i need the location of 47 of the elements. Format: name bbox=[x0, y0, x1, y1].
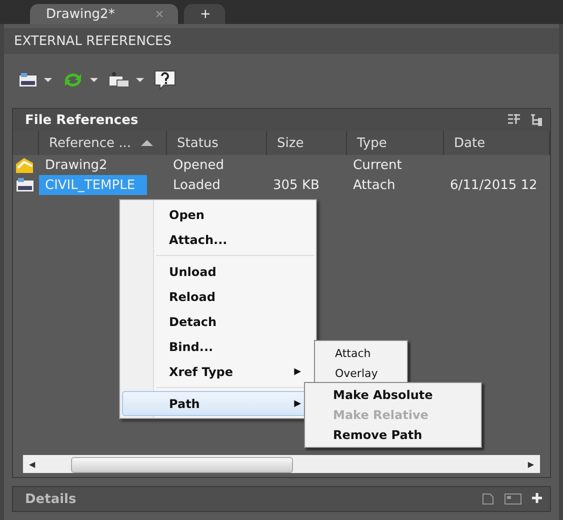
menu-item[interactable]: Bind... bbox=[122, 334, 314, 359]
submenu-item[interactable]: Remove Path bbox=[305, 425, 481, 445]
image-icon[interactable] bbox=[504, 493, 522, 505]
submenu-arrow: ▶ bbox=[294, 366, 301, 376]
help-icon[interactable] bbox=[154, 70, 176, 90]
plus-icon[interactable] bbox=[532, 493, 542, 503]
submenu-arrow: ▶ bbox=[294, 398, 301, 408]
reference-name[interactable]: Drawing2 bbox=[39, 155, 167, 175]
table-cell-text: Loaded bbox=[172, 176, 222, 194]
caret-icon[interactable] bbox=[136, 78, 144, 82]
table-cell-text: Current bbox=[352, 156, 403, 174]
column-header[interactable]: Reference ... bbox=[39, 131, 167, 155]
column-header[interactable]: Size bbox=[267, 131, 347, 155]
menu-item[interactable]: Reload bbox=[122, 284, 314, 309]
panel-title: File References bbox=[25, 112, 138, 128]
document-tab[interactable]: + bbox=[184, 4, 225, 24]
menu-item[interactable]: Unload bbox=[122, 259, 314, 284]
scroll-thumb[interactable] bbox=[71, 457, 294, 473]
column-header[interactable]: Status bbox=[167, 131, 267, 155]
list-view-icon[interactable] bbox=[508, 114, 520, 124]
submenu-item[interactable]: Overlay bbox=[315, 363, 407, 383]
folder-file-icon[interactable] bbox=[108, 71, 130, 89]
scroll-left-arrow[interactable]: ◀ bbox=[29, 460, 36, 468]
column-header[interactable]: Type bbox=[347, 131, 444, 155]
drawing-file-icon bbox=[18, 72, 38, 88]
document-tab[interactable]: Drawing2* ✕ bbox=[30, 4, 178, 24]
xref-file-icon bbox=[15, 177, 35, 193]
menu-item[interactable]: Attach... bbox=[122, 227, 314, 252]
palette-title: EXTERNAL REFERENCES bbox=[4, 28, 559, 54]
menu-item[interactable]: Open bbox=[122, 202, 314, 227]
tree-view-icon[interactable] bbox=[530, 114, 542, 126]
caret-icon[interactable] bbox=[90, 78, 98, 82]
document-icon[interactable] bbox=[482, 493, 494, 505]
menu-item[interactable]: Detach bbox=[122, 309, 314, 334]
table-cell-text: Opened bbox=[172, 156, 225, 174]
caret-icon[interactable] bbox=[44, 78, 52, 82]
menu-item[interactable]: Xref Type ▶ bbox=[122, 359, 314, 384]
table-cell-text: Attach bbox=[352, 176, 396, 194]
details-title[interactable]: Details bbox=[25, 492, 76, 506]
table-cell-text: 305 KB bbox=[272, 176, 320, 194]
table-cell-text: 6/11/2015 12 bbox=[449, 176, 538, 194]
refresh-icon[interactable] bbox=[62, 71, 84, 89]
column-header[interactable]: Date bbox=[444, 131, 550, 155]
horizontal-scrollbar[interactable]: ◀ ▶ bbox=[23, 455, 540, 473]
submenu-item[interactable]: Attach bbox=[315, 343, 407, 363]
drawing-icon bbox=[15, 156, 35, 174]
scroll-right-arrow[interactable]: ▶ bbox=[528, 460, 534, 468]
